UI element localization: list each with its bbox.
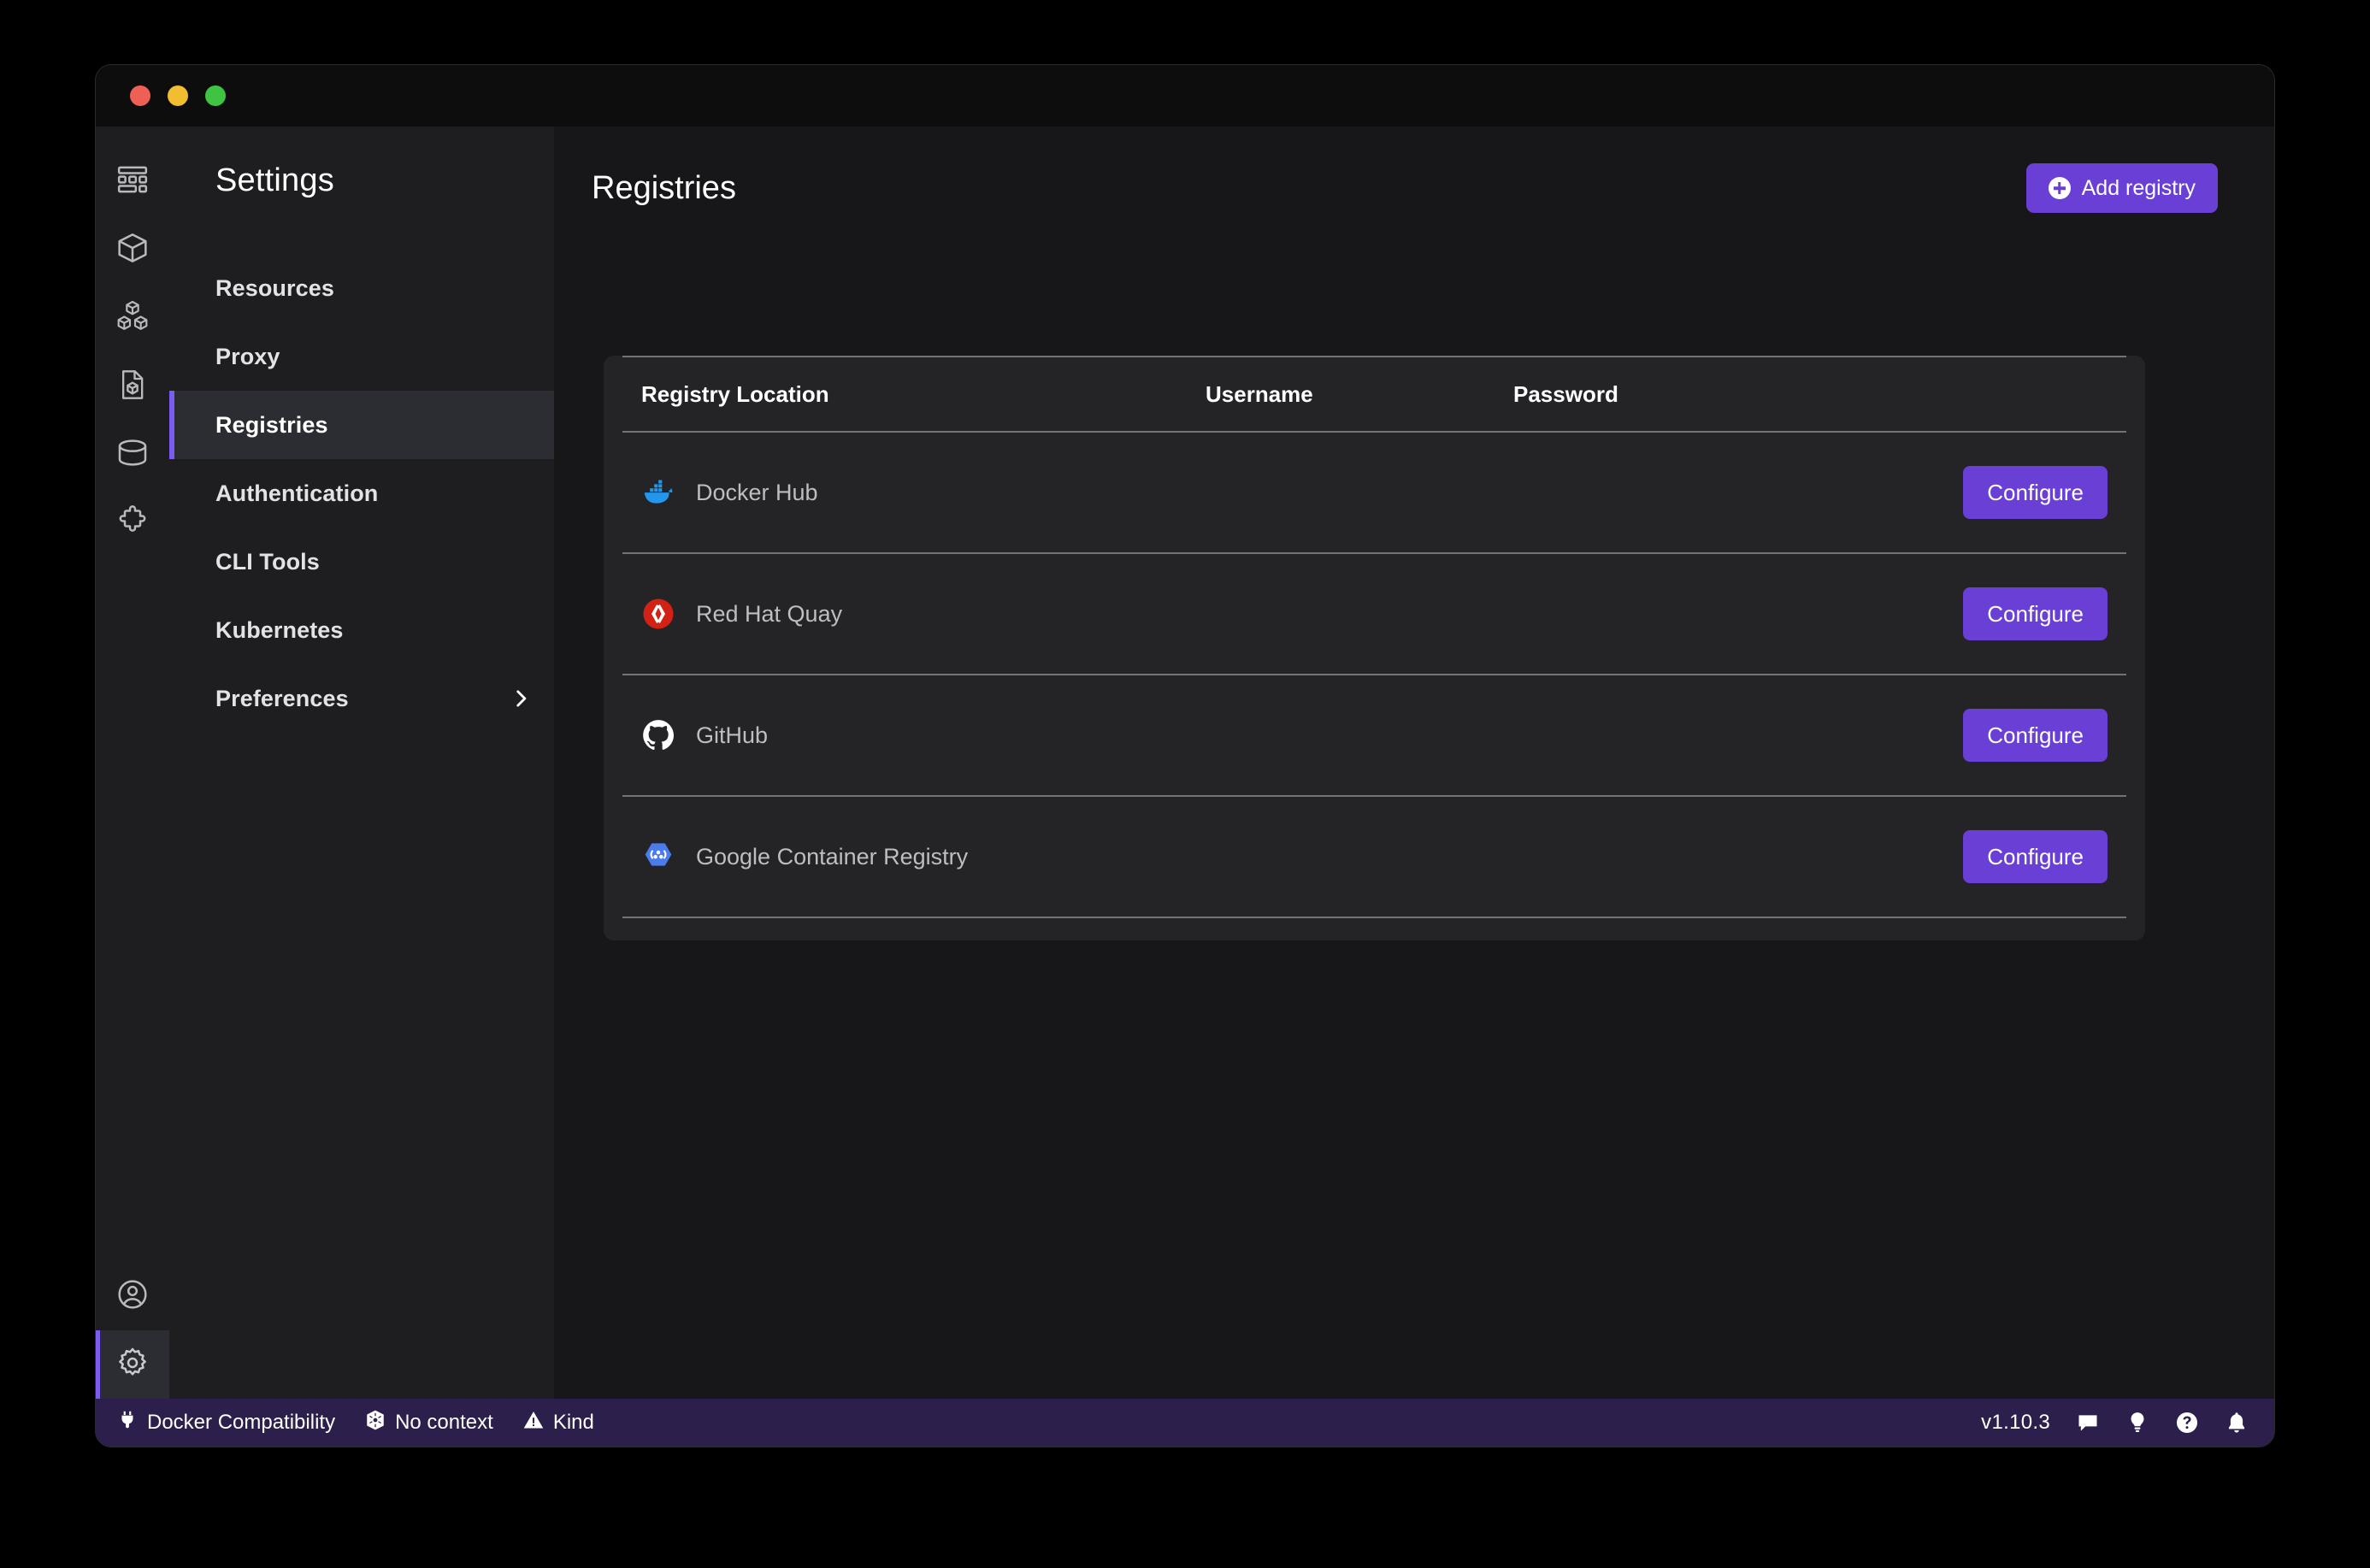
app-body: Settings Resources Proxy Registries Auth… (96, 127, 2274, 1399)
rail-item-account[interactable] (96, 1262, 169, 1330)
table-row-rule (622, 795, 2126, 797)
sidebar-item-registries[interactable]: Registries (169, 391, 554, 459)
sidebar-item-proxy[interactable]: Proxy (169, 322, 554, 391)
multi-cube-icon (115, 299, 150, 338)
registry-location-cell: Docker Hub (641, 475, 1206, 510)
configure-button[interactable]: Configure (1963, 587, 2108, 640)
account-icon (115, 1277, 150, 1316)
status-kubernetes-context[interactable]: No context (364, 1409, 493, 1437)
sidebar-item-label: Kubernetes (215, 617, 532, 644)
feedback-icon[interactable] (2076, 1411, 2100, 1435)
status-bar-right: v1.10.3 (1981, 1411, 2249, 1435)
add-registry-button[interactable]: Add registry (2026, 163, 2218, 213)
status-label: Kind (553, 1411, 594, 1435)
configure-button[interactable]: Configure (1963, 466, 2108, 519)
status-docker-compatibility[interactable]: Docker Compatibility (116, 1409, 335, 1437)
kubernetes-icon (364, 1409, 386, 1437)
rail-item-extensions[interactable] (96, 489, 169, 557)
registry-location-cell: Google Container Registry (641, 840, 1206, 874)
add-registry-label: Add registry (2082, 176, 2196, 201)
column-header-username: Username (1206, 381, 1513, 408)
gear-icon (115, 1346, 150, 1384)
card-bottom-spacer (622, 918, 2126, 940)
table-top-rule (622, 356, 2126, 357)
cube-icon (115, 231, 150, 269)
github-icon (641, 718, 675, 752)
table-bottom-rule (622, 917, 2126, 918)
sidebar-item-label: Resources (215, 275, 532, 302)
status-label: Docker Compatibility (147, 1411, 335, 1435)
sidebar-item-label: Registries (215, 412, 532, 439)
plus-circle-icon (2049, 177, 2071, 199)
sidebar-item-label: Proxy (215, 344, 532, 370)
version-label: v1.10.3 (1981, 1411, 2050, 1435)
table-header-row: Registry Location Username Password (622, 357, 2126, 431)
sidebar-item-authentication[interactable]: Authentication (169, 459, 554, 528)
table-row: Google Container Registry Configure (622, 797, 2126, 917)
rail-item-images[interactable] (96, 215, 169, 284)
title-bar (96, 65, 2274, 127)
table-row: Docker Hub Configure (622, 433, 2126, 552)
docker-hub-icon (641, 475, 675, 510)
minimize-window-button[interactable] (168, 85, 188, 106)
status-bar-left: Docker Compatibility No context (116, 1409, 594, 1437)
close-window-button[interactable] (130, 85, 150, 106)
google-container-icon (641, 840, 675, 874)
status-label: No context (395, 1411, 493, 1435)
app-window: Settings Resources Proxy Registries Auth… (96, 65, 2274, 1447)
configure-button[interactable]: Configure (1963, 830, 2108, 883)
rail-item-pods[interactable] (96, 284, 169, 352)
sidebar-item-cli-tools[interactable]: CLI Tools (169, 528, 554, 596)
table-row-rule (622, 674, 2126, 675)
table-row: Red Hat Quay Configure (622, 554, 2126, 674)
table-header-rule (622, 431, 2126, 433)
warning-icon (522, 1409, 545, 1437)
registries-card: Registry Location Username Password (604, 356, 2145, 940)
sidebar-item-label: CLI Tools (215, 549, 532, 575)
lightbulb-icon[interactable] (2125, 1411, 2149, 1435)
sidebar-item-label: Authentication (215, 480, 532, 507)
registry-location-cell: Red Hat Quay (641, 597, 1206, 631)
rail-item-settings[interactable] (96, 1330, 169, 1399)
sidebar-item-resources[interactable]: Resources (169, 254, 554, 322)
column-header-registry-location: Registry Location (641, 381, 1206, 408)
registry-name: Red Hat Quay (696, 601, 842, 628)
settings-title: Settings (169, 127, 554, 199)
icon-rail (96, 127, 169, 1399)
sidebar-item-preferences[interactable]: Preferences (169, 664, 554, 733)
sidebar-item-label: Preferences (215, 686, 510, 712)
status-kind[interactable]: Kind (522, 1409, 594, 1437)
rail-item-containers[interactable] (96, 147, 169, 215)
red-hat-quay-icon (641, 597, 675, 631)
settings-nav-list: Resources Proxy Registries Authenticatio… (169, 254, 554, 733)
main-content: Registries Add registry Registry Locatio… (554, 127, 2274, 1399)
containers-icon (115, 162, 150, 201)
rail-item-volumes[interactable] (96, 421, 169, 489)
settings-sidebar: Settings Resources Proxy Registries Auth… (169, 127, 554, 1399)
table-row-rule (622, 552, 2126, 554)
column-header-password: Password (1513, 381, 2108, 408)
registry-location-cell: GitHub (641, 718, 1206, 752)
plug-icon (116, 1409, 139, 1437)
volume-icon (115, 436, 150, 475)
registry-name: Google Container Registry (696, 844, 968, 870)
page-title: Registries (592, 170, 736, 207)
notification-icon[interactable] (2225, 1411, 2249, 1435)
sidebar-item-kubernetes[interactable]: Kubernetes (169, 596, 554, 664)
page-header: Registries Add registry (554, 127, 2274, 219)
rail-item-builds[interactable] (96, 352, 169, 421)
file-cube-icon (115, 368, 150, 406)
registry-name: GitHub (696, 722, 768, 749)
puzzle-icon (115, 504, 150, 543)
status-bar: Docker Compatibility No context (96, 1399, 2274, 1447)
configure-button[interactable]: Configure (1963, 709, 2108, 762)
registry-name: Docker Hub (696, 480, 818, 506)
window-controls (130, 85, 226, 106)
chevron-right-icon (510, 687, 532, 710)
table-row: GitHub Configure (622, 675, 2126, 795)
help-icon[interactable] (2175, 1411, 2199, 1435)
maximize-window-button[interactable] (205, 85, 226, 106)
